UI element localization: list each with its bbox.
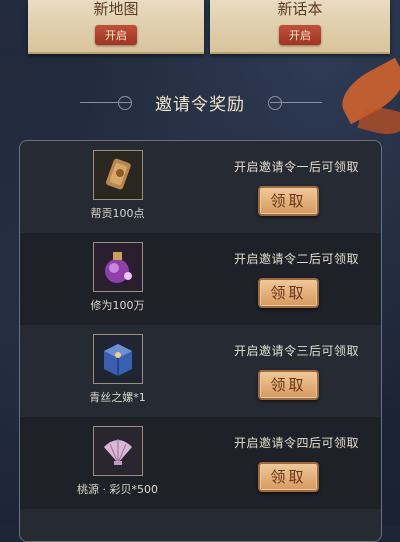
purple-potion-icon xyxy=(93,242,143,292)
seashell-icon xyxy=(93,426,143,476)
header-cloud-right xyxy=(268,96,282,110)
header-line-right xyxy=(270,102,322,103)
blue-box-icon xyxy=(93,334,143,384)
new-map-card: 新地图 开启 xyxy=(28,0,204,54)
new-story-card: 新话本 开启 xyxy=(210,0,390,54)
new-story-title: 新话本 xyxy=(277,0,323,18)
claim-button[interactable]: 领取 xyxy=(258,462,319,492)
reward-requirement: 开启邀请令四后可领取 xyxy=(233,436,359,450)
reward-name: 帮贡100点 xyxy=(90,207,145,220)
reward-row: 帮贡100点 开启邀请令一后可领取 领取 xyxy=(20,141,381,233)
reward-row: 桃源 · 彩贝*500 开启邀请令四后可领取 领取 xyxy=(20,417,381,509)
section-title: 邀请令奖励 xyxy=(155,95,245,115)
new-map-open-button[interactable]: 开启 xyxy=(95,25,137,45)
reward-name: 修为100万 xyxy=(90,299,145,312)
reward-name: 青丝之嫘*1 xyxy=(89,391,146,404)
reward-requirement: 开启邀请令一后可领取 xyxy=(233,160,359,174)
new-story-open-button[interactable]: 开启 xyxy=(279,25,321,45)
new-map-title: 新地图 xyxy=(93,0,139,18)
reward-row: 青丝之嫘*1 开启邀请令三后可领取 领取 xyxy=(20,325,381,417)
claim-button[interactable]: 领取 xyxy=(258,186,319,216)
claim-button[interactable]: 领取 xyxy=(258,370,319,400)
reward-row: 修为100万 开启邀请令二后可领取 领取 xyxy=(20,233,381,325)
reward-requirement: 开启邀请令三后可领取 xyxy=(233,344,359,358)
reward-name: 桃源 · 彩贝*500 xyxy=(77,483,158,496)
claim-button[interactable]: 领取 xyxy=(258,278,319,308)
reward-panel: 帮贡100点 开启邀请令一后可领取 领取 修为100万 开启邀请令二后可领取 领… xyxy=(19,140,382,542)
reward-requirement: 开启邀请令二后可领取 xyxy=(233,252,359,266)
token-plaque-icon xyxy=(93,150,143,200)
section-header: 邀请令奖励 xyxy=(0,88,400,118)
